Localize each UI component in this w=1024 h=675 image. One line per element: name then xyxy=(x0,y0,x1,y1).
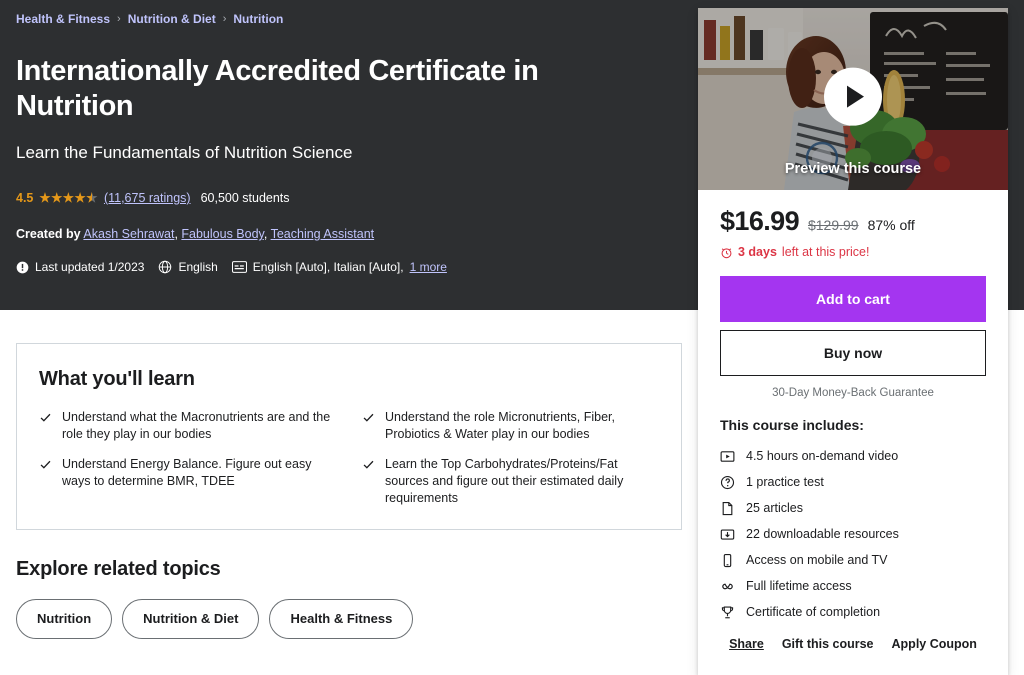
globe-icon xyxy=(159,260,172,274)
check-icon xyxy=(363,413,374,422)
price-urgency-notice: 3 days left at this price! xyxy=(720,244,986,260)
related-topics-title: Explore related topics xyxy=(16,558,221,580)
created-by-label: Created by xyxy=(16,227,81,241)
language-label: English xyxy=(178,260,218,274)
sidebar-action-links: Share Gift this course Apply Coupon xyxy=(720,625,986,661)
breadcrumb-item-1[interactable]: Nutrition & Diet xyxy=(128,10,216,28)
related-topics-row: Nutrition Nutrition & Diet Health & Fitn… xyxy=(16,599,682,639)
sidebar-body: $16.99 $129.99 87% off 3 days left at th… xyxy=(698,190,1008,675)
learn-item: Understand what the Macronutrients are a… xyxy=(39,409,336,443)
breadcrumb-item-0[interactable]: Health & Fitness xyxy=(16,10,110,28)
author-link-2[interactable]: Teaching Assistant xyxy=(271,227,375,241)
creator-row: Created by Akash Sehrawat, Fabulous Body… xyxy=(16,227,375,241)
topic-chip-nutrition[interactable]: Nutrition xyxy=(16,599,113,639)
download-icon xyxy=(720,528,735,540)
includes-item-certificate: Certificate of completion xyxy=(720,599,986,625)
includes-item-lifetime: Full lifetime access xyxy=(720,573,986,599)
students-count: 60,500 students xyxy=(200,191,290,205)
language-meta: English xyxy=(158,259,218,275)
learn-item: Understand the role Micronutrients, Fibe… xyxy=(362,409,659,443)
closed-caption-icon xyxy=(231,261,247,273)
play-button-icon[interactable] xyxy=(824,67,882,126)
learn-item: Learn the Top Carbohydrates/Proteins/Fat… xyxy=(362,456,659,507)
what-you-will-learn-section: What you'll learn Understand what the Ma… xyxy=(16,343,682,530)
last-updated-label: Last updated 1/2023 xyxy=(35,260,145,274)
captions-label: English [Auto], Italian [Auto], xyxy=(252,260,404,274)
includes-item-label: 1 practice test xyxy=(746,475,824,489)
add-to-cart-button[interactable]: Add to cart xyxy=(720,276,986,322)
includes-item-label: 25 articles xyxy=(746,501,803,515)
gift-course-link[interactable]: Gift this course xyxy=(782,637,874,651)
course-includes-title: This course includes: xyxy=(720,417,864,433)
discount-percent: 87% off xyxy=(867,217,915,233)
alarm-clock-icon xyxy=(721,247,732,258)
mobile-icon xyxy=(723,553,732,567)
learn-items-grid: Understand what the Macronutrients are a… xyxy=(39,409,659,507)
includes-item-downloads: 22 downloadable resources xyxy=(720,521,986,547)
share-link[interactable]: Share xyxy=(729,637,764,651)
topic-chip-nutrition-diet[interactable]: Nutrition & Diet xyxy=(122,599,260,639)
ratings-count-link[interactable]: (11,675 ratings) xyxy=(104,190,191,206)
preview-video-thumbnail[interactable]: Preview this course xyxy=(698,8,1008,190)
page-title: Internationally Accredited Certificate i… xyxy=(16,55,539,122)
includes-item-label: 22 downloadable resources xyxy=(746,527,899,541)
breadcrumb-separator-icon: › xyxy=(117,13,121,25)
check-icon xyxy=(40,413,51,422)
check-icon xyxy=(363,460,374,469)
trophy-icon xyxy=(721,606,734,618)
author-link-0[interactable]: Akash Sehrawat xyxy=(83,227,174,241)
course-meta-row: Last updated 1/2023 English English [Aut… xyxy=(16,259,682,275)
includes-item-label: Certificate of completion xyxy=(746,605,881,619)
document-icon xyxy=(722,501,733,515)
includes-item-label: 4.5 hours on-demand video xyxy=(746,449,899,463)
learn-item: Understand Energy Balance. Figure out ea… xyxy=(39,456,336,507)
learn-item-label: Understand Energy Balance. Figure out ea… xyxy=(62,457,312,488)
includes-item-label: Access on mobile and TV xyxy=(746,553,888,567)
video-icon xyxy=(720,450,735,462)
question-circle-icon xyxy=(720,475,735,489)
includes-item-mobile: Access on mobile and TV xyxy=(720,547,986,573)
urgency-text: left at this price! xyxy=(781,245,870,259)
course-headline: Learn the Fundamentals of Nutrition Scie… xyxy=(16,143,353,162)
captions-meta: English [Auto], Italian [Auto], 1 more xyxy=(231,259,447,275)
rating-row: 4.5 ★★★★★ (11,675 ratings) 60,500 studen… xyxy=(16,190,682,206)
preview-course-label: Preview this course xyxy=(784,161,922,177)
check-icon xyxy=(40,460,51,469)
includes-item-label: Full lifetime access xyxy=(746,579,852,593)
learn-item-label: Learn the Top Carbohydrates/Proteins/Fat… xyxy=(385,457,624,505)
breadcrumb-separator-icon: › xyxy=(222,13,227,25)
captions-more-link[interactable]: 1 more xyxy=(410,259,447,275)
learn-item-label: Understand what the Macronutrients are a… xyxy=(62,410,331,441)
original-price: $129.99 xyxy=(807,217,859,233)
topic-chip-health-fitness[interactable]: Health & Fitness xyxy=(269,599,414,639)
info-circle-icon xyxy=(16,261,29,273)
price-row: $16.99 $129.99 87% off xyxy=(720,206,986,237)
infinity-icon xyxy=(722,583,733,589)
author-link-1[interactable]: Fabulous Body xyxy=(181,227,263,241)
urgency-days: 3 days xyxy=(738,245,777,259)
last-updated-meta: Last updated 1/2023 xyxy=(16,259,144,275)
includes-item-practice-test: 1 practice test xyxy=(720,469,986,495)
current-price: $16.99 xyxy=(720,206,800,236)
breadcrumb-item-2[interactable]: Nutrition xyxy=(233,10,283,28)
learn-item-label: Understand the role Micronutrients, Fibe… xyxy=(385,410,615,441)
includes-item-video: 4.5 hours on-demand video xyxy=(720,443,986,469)
money-back-guarantee: 30-Day Money-Back Guarantee xyxy=(772,387,934,399)
breadcrumb: Health & Fitness › Nutrition & Diet › Nu… xyxy=(16,10,682,28)
star-rating-icon: ★★★★★ xyxy=(39,190,98,206)
buy-now-button[interactable]: Buy now xyxy=(720,330,986,376)
play-triangle-icon xyxy=(847,85,864,108)
apply-coupon-link[interactable]: Apply Coupon xyxy=(892,637,977,651)
learn-section-title: What you'll learn xyxy=(39,368,195,390)
course-includes-list: 4.5 hours on-demand video 1 practice tes… xyxy=(720,443,986,625)
course-purchase-sidebar: Preview this course $16.99 $129.99 87% o… xyxy=(698,8,1008,675)
main-content: What you'll learn Understand what the Ma… xyxy=(0,310,698,639)
rating-value: 4.5 xyxy=(16,191,34,205)
includes-item-articles: 25 articles xyxy=(720,495,986,521)
hero-content: Health & Fitness › Nutrition & Diet › Nu… xyxy=(0,0,698,275)
